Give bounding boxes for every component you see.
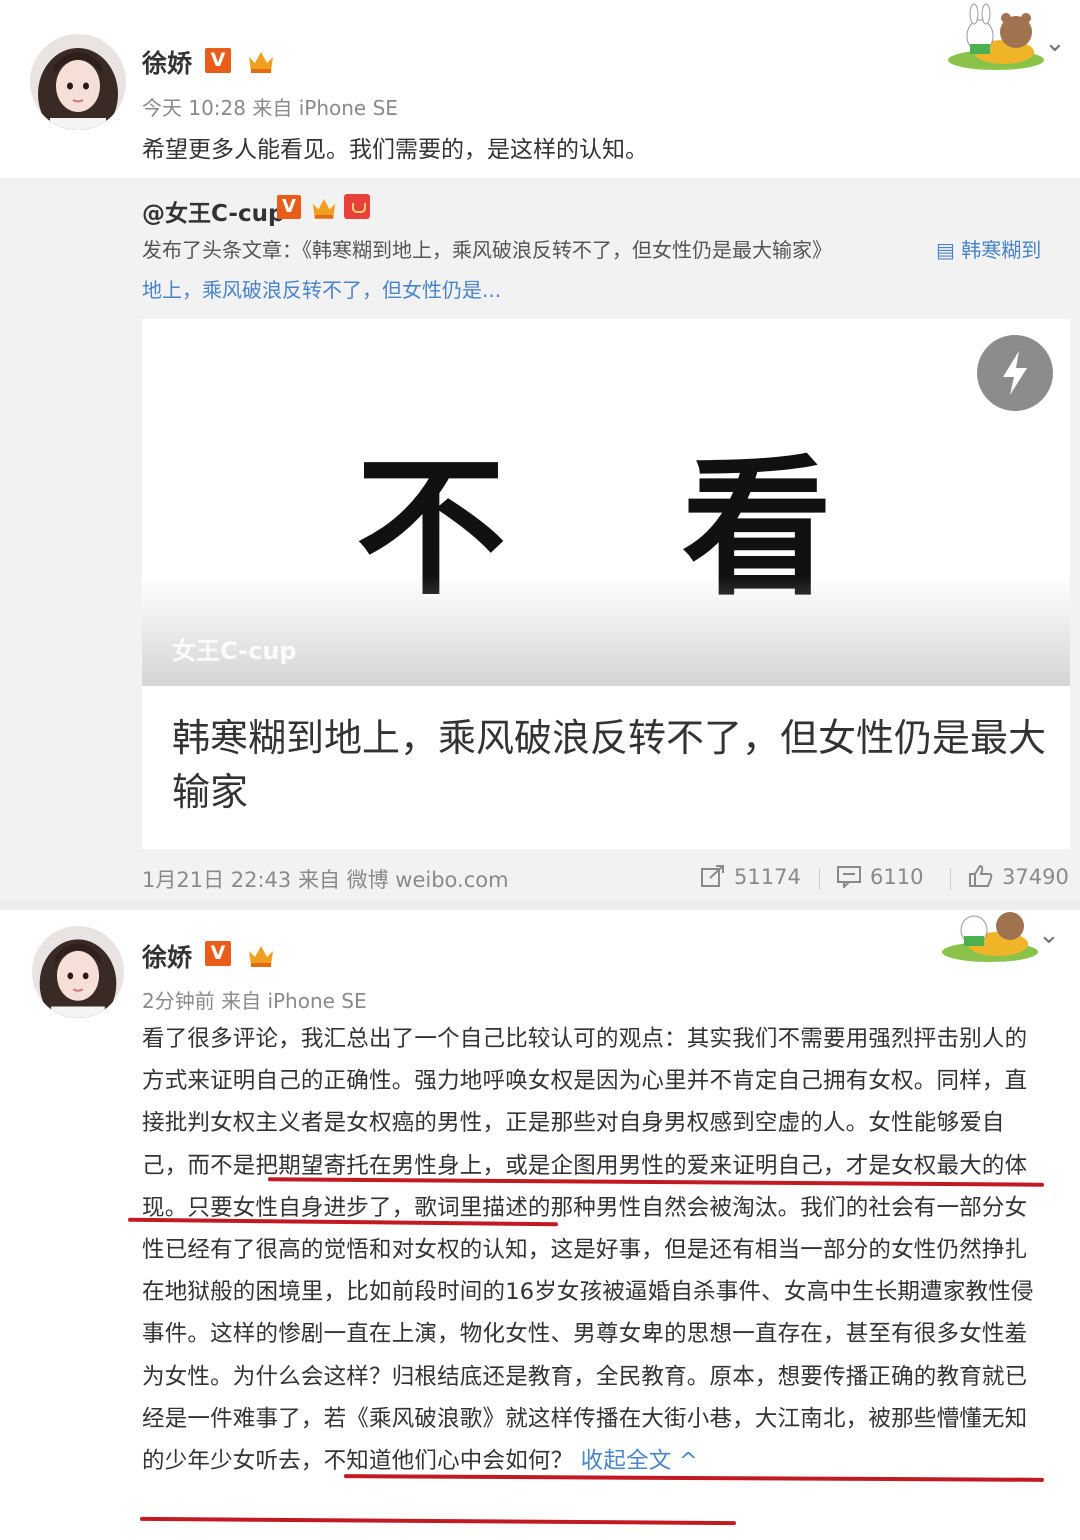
chevron-down-icon[interactable]: ⌄ <box>1038 920 1060 950</box>
username[interactable]: 徐娇 <box>142 938 192 974</box>
share-count: 51174 <box>734 865 801 889</box>
like-count: 37490 <box>1002 865 1069 889</box>
vip-crown-icon <box>312 199 336 219</box>
comment-button[interactable]: 6110 <box>836 864 923 889</box>
repost-text: 发布了头条文章：《韩寒糊到地上，乘风破浪反转不了，但女性仍是最大输家》 <box>142 238 832 262</box>
post-text: 希望更多人能看见。我们需要的，是这样的认知。 <box>142 137 648 163</box>
post-meta: 2分钟前 来自 iPhone SE <box>142 989 367 1013</box>
lightning-icon <box>977 335 1053 411</box>
user-avatar[interactable] <box>32 926 124 1018</box>
article-title[interactable]: 韩寒糊到地上，乘风破浪反转不了，但女性仍是最大输家 <box>172 711 1052 819</box>
share-icon <box>701 865 724 887</box>
repost-block: @女王C-cup V 发布了头条文章：《韩寒糊到地上，乘风破浪反转不了，但女性仍… <box>0 178 1080 900</box>
username[interactable]: 徐娇 <box>142 44 192 80</box>
weibo-post-1: 徐娇 V 今天 10:28 来自 iPhone SE 希望更多人能看见。我们需要… <box>0 0 1080 900</box>
repost-username[interactable]: @女王C-cup <box>142 194 284 228</box>
sticker-icon <box>942 912 1038 962</box>
post-body-text: 看了很多评论，我汇总出了一个自己比较认可的观点：其实我们不需要用强烈抨击别人的方… <box>142 1026 1034 1475</box>
article-link-continued[interactable]: 地上，乘风破浪反转不了，但女性仍是... <box>142 274 501 303</box>
like-button[interactable]: 37490 <box>968 864 1069 889</box>
post-meta: 今天 10:28 来自 iPhone SE <box>142 96 398 120</box>
repost-meta: 1月21日 22:43 来自 微博 weibo.com <box>142 868 509 892</box>
user-avatar[interactable] <box>30 34 126 130</box>
chevron-down-icon[interactable]: ⌄ <box>1044 28 1066 58</box>
thumbs-up-icon <box>969 864 993 887</box>
action-divider <box>950 868 951 890</box>
verified-badge: V <box>205 48 231 73</box>
verified-badge: V <box>205 941 231 966</box>
cover-watermark: 女王C-cup <box>172 637 297 665</box>
article-card[interactable]: 不 看 女王C-cup 韩寒糊到地上，乘风破浪反转不了，但女性仍是最大输家 <box>142 319 1070 849</box>
share-button[interactable]: 51174 <box>700 864 801 889</box>
vip-crown-icon <box>249 52 273 73</box>
verified-badge: V <box>277 195 301 219</box>
comment-icon <box>837 866 861 888</box>
article-cover[interactable]: 不 看 女王C-cup <box>142 319 1070 686</box>
post-body: 看了很多评论，我汇总出了一个自己比较认可的观点：其实我们不需要用强烈抨击别人的方… <box>142 1018 1047 1482</box>
sticker-icon <box>948 3 1044 70</box>
article-link[interactable]: ▤ 韩寒糊到 <box>936 234 1041 263</box>
red-underline <box>139 1516 737 1526</box>
vip-crown-icon <box>249 946 273 967</box>
comment-count: 6110 <box>870 865 924 889</box>
post-divider <box>0 900 1080 910</box>
action-divider <box>819 868 820 890</box>
red-packet-icon <box>344 194 370 219</box>
collapse-link[interactable]: 收起全文 ^ <box>581 1448 698 1474</box>
